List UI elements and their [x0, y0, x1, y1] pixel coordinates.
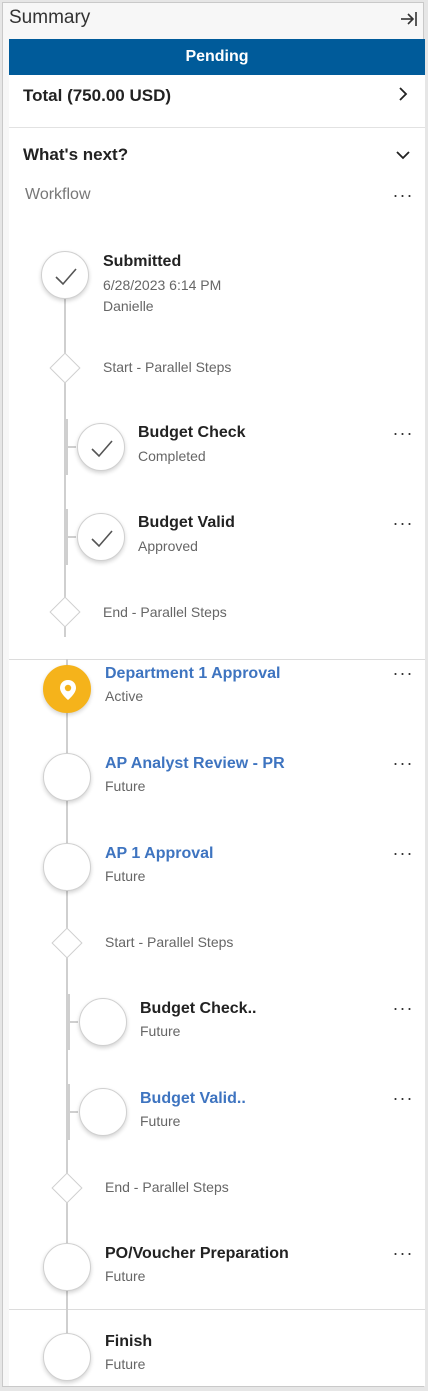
location-pin-icon — [60, 680, 76, 700]
step-more-icon[interactable]: ··· — [391, 999, 415, 1018]
step-more-icon[interactable]: ··· — [391, 1244, 415, 1263]
parallel-end-diamond — [49, 596, 81, 628]
step-node-future — [79, 998, 127, 1046]
branch-connector — [68, 1021, 78, 1023]
step-status: Future — [105, 778, 146, 794]
step-title-ap-approval[interactable]: AP 1 Approval — [105, 845, 213, 863]
step-title-po-voucher: PO/Voucher Preparation — [105, 1245, 289, 1262]
step-more-icon[interactable]: ··· — [391, 664, 415, 683]
step-more-icon[interactable]: ··· — [391, 844, 415, 863]
step-title-finish: Finish — [105, 1333, 153, 1350]
branch-connector — [66, 446, 76, 448]
step-date: 6/28/2023 6:14 PM — [103, 277, 222, 293]
parallel-end-label: End - Parallel Steps — [105, 1179, 229, 1195]
step-node-completed — [77, 423, 125, 471]
step-more-icon[interactable]: ··· — [391, 1089, 415, 1108]
step-node-future — [79, 1088, 127, 1136]
parallel-end-diamond — [51, 1172, 83, 1204]
step-title-dept-approval[interactable]: Department 1 Approval — [105, 665, 280, 683]
step-title-budget-check-2: Budget Check.. — [140, 1000, 257, 1017]
step-node-future — [43, 753, 91, 801]
parallel-end-label: End - Parallel Steps — [103, 604, 227, 620]
parallel-start-label: Start - Parallel Steps — [105, 934, 234, 950]
step-status: Completed — [138, 448, 206, 464]
step-title-budget-valid: Budget Valid — [138, 514, 235, 531]
parallel-start-diamond — [51, 927, 83, 959]
check-icon — [91, 440, 113, 458]
step-more-icon[interactable]: ··· — [391, 514, 415, 533]
step-user: Danielle — [103, 298, 154, 314]
step-node-completed — [41, 251, 89, 299]
step-title-budget-valid-2[interactable]: Budget Valid.. — [140, 1090, 246, 1108]
step-title-ap-analyst[interactable]: AP Analyst Review - PR — [105, 755, 285, 773]
step-node-future — [43, 1333, 91, 1381]
step-more-icon[interactable]: ··· — [391, 424, 415, 443]
check-icon — [91, 530, 113, 548]
branch-connector — [68, 1111, 78, 1113]
step-status: Future — [105, 1356, 146, 1372]
parallel-start-label: Start - Parallel Steps — [103, 359, 232, 375]
check-icon — [55, 268, 77, 286]
step-title-budget-check: Budget Check — [138, 424, 246, 441]
step-status: Future — [140, 1023, 181, 1039]
step-more-icon[interactable]: ··· — [391, 754, 415, 773]
collapse-right-icon[interactable] — [399, 9, 419, 29]
step-node-completed — [77, 513, 125, 561]
step-title-submitted: Submitted — [103, 253, 182, 270]
step-node-future — [43, 1243, 91, 1291]
step-status: Future — [105, 868, 146, 884]
step-status: Approved — [138, 538, 198, 554]
step-status: Future — [140, 1113, 181, 1129]
summary-header: Summary — [3, 3, 423, 37]
branch-connector — [66, 536, 76, 538]
workflow-timeline: Submitted 6/28/2023 6:14 PM Danielle Sta… — [9, 39, 425, 1386]
summary-panel: Pending Total (750.00 USD) What's next? … — [9, 39, 425, 1386]
parallel-start-diamond — [49, 352, 81, 384]
step-status: Future — [105, 1268, 146, 1284]
step-node-active — [43, 665, 91, 713]
step-status: Active — [105, 688, 144, 704]
summary-title: Summary — [9, 7, 91, 28]
summary-frame: Summary Pending Total (750.00 USD) What'… — [2, 2, 425, 1387]
step-node-future — [43, 843, 91, 891]
